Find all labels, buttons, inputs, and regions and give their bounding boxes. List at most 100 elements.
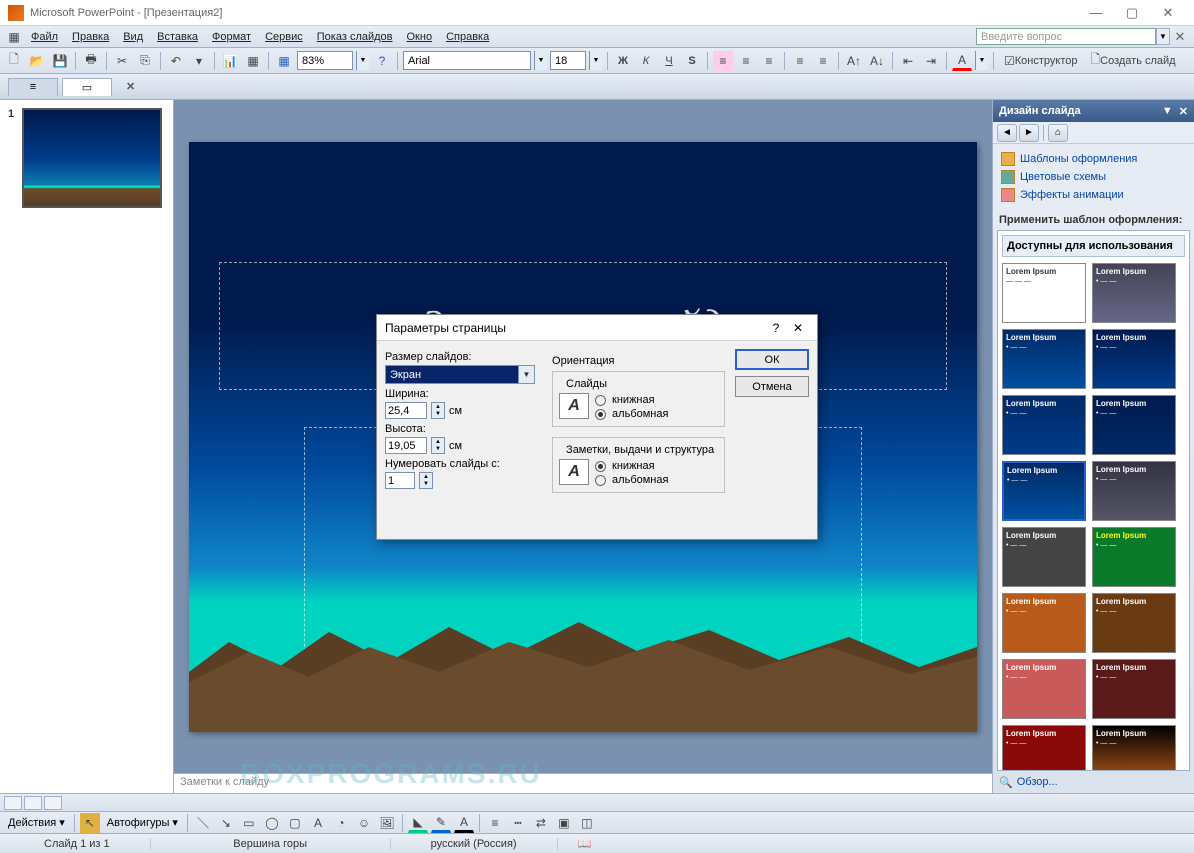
bullets-icon[interactable]: ≡ <box>813 51 833 71</box>
arrow-style-icon[interactable]: ⇄ <box>531 813 551 833</box>
pointer-icon[interactable]: ↖ <box>80 813 100 833</box>
menu-file[interactable]: Файл <box>24 29 65 45</box>
italic-icon[interactable]: К <box>636 51 656 71</box>
save-icon[interactable]: 💾 <box>50 51 70 71</box>
template-item[interactable]: Lorem Ipsum• — — <box>1092 395 1176 455</box>
height-input[interactable] <box>385 437 427 454</box>
zoom-combo[interactable]: 83% <box>297 51 353 70</box>
link-animation-effects[interactable]: Эффекты анимации <box>1001 186 1186 204</box>
tab-outline[interactable]: ≡ <box>8 78 58 96</box>
panel-close-icon[interactable]: ✕ <box>1179 105 1188 118</box>
number-spinner[interactable]: ▲▼ <box>419 472 433 489</box>
number-input[interactable] <box>385 472 415 489</box>
font-dropdown-icon[interactable]: ▼ <box>534 51 547 70</box>
fill-color-icon[interactable]: ◣ <box>408 813 428 833</box>
dialog-close-icon[interactable]: ✕ <box>787 321 809 335</box>
tab-slides[interactable]: ▭ <box>62 78 112 96</box>
status-language[interactable]: русский (Россия) <box>391 838 558 850</box>
normal-view-icon[interactable] <box>4 796 22 810</box>
width-spinner[interactable]: ▲▼ <box>431 402 445 419</box>
line-color-icon[interactable]: ✎ <box>431 813 451 833</box>
doc-close-button[interactable]: ✕ <box>1170 26 1190 48</box>
undo-icon[interactable]: ↶ <box>166 51 186 71</box>
notes-pane[interactable]: Заметки к слайду <box>174 773 992 793</box>
redo-icon[interactable]: ▾ <box>189 51 209 71</box>
bold-icon[interactable]: Ж <box>613 51 633 71</box>
help-search-input[interactable]: Введите вопрос <box>976 28 1156 45</box>
open-icon[interactable]: 📂 <box>27 51 47 71</box>
template-item[interactable]: Lorem Ipsum• — — <box>1092 725 1176 771</box>
template-item[interactable]: Lorem Ipsum• — — <box>1092 659 1176 719</box>
nav-forward-icon[interactable]: ► <box>1019 124 1039 142</box>
decrease-font-icon[interactable]: A↓ <box>867 51 887 71</box>
align-left-icon[interactable]: ≡ <box>713 51 733 71</box>
wordart-icon[interactable]: A <box>308 813 328 833</box>
constructor-button[interactable]: ☑ Конструктор <box>999 51 1082 71</box>
maximize-button[interactable]: ▢ <box>1114 2 1150 24</box>
template-item[interactable]: Lorem Ipsum• — — <box>1002 593 1086 653</box>
arrow-icon[interactable]: ↘ <box>216 813 236 833</box>
increase-font-icon[interactable]: A↑ <box>844 51 864 71</box>
size-select[interactable]: Экран▼ <box>385 365 535 384</box>
nav-home-icon[interactable]: ⌂ <box>1048 124 1068 142</box>
diagram-icon[interactable]: ◔ <box>331 813 351 833</box>
template-item[interactable]: Lorem Ipsum• — — <box>1092 461 1176 521</box>
clipart-icon[interactable]: ☺ <box>354 813 374 833</box>
help-dropdown-icon[interactable]: ▼ <box>1156 28 1170 45</box>
menu-window[interactable]: Окно <box>400 29 440 45</box>
indent-icon[interactable]: ⇥ <box>921 51 941 71</box>
menu-insert[interactable]: Вставка <box>150 29 205 45</box>
template-item[interactable]: Lorem Ipsum• — — <box>1092 593 1176 653</box>
ok-button[interactable]: ОК <box>735 349 809 370</box>
menu-tools[interactable]: Сервис <box>258 29 310 45</box>
cancel-button[interactable]: Отмена <box>735 376 809 397</box>
font-color-draw-icon[interactable]: A <box>454 813 474 833</box>
dropdown-icon[interactable]: ▼ <box>518 366 534 383</box>
link-design-templates[interactable]: Шаблоны оформления <box>1001 150 1186 168</box>
align-center-icon[interactable]: ≡ <box>736 51 756 71</box>
link-color-schemes[interactable]: Цветовые схемы <box>1001 168 1186 186</box>
table-icon[interactable]: ▦ <box>243 51 263 71</box>
rect-icon[interactable]: ▭ <box>239 813 259 833</box>
print-icon[interactable]: 🖶 <box>81 51 101 71</box>
new-slide-button[interactable]: 🗋 Создать слайд <box>1085 51 1180 71</box>
template-item[interactable]: Lorem Ipsum• — — <box>1092 527 1176 587</box>
outdent-icon[interactable]: ⇤ <box>898 51 918 71</box>
template-item[interactable]: Lorem Ipsum• — — <box>1092 329 1176 389</box>
status-spellcheck-icon[interactable]: 📖 <box>578 837 592 850</box>
zoom-dropdown-icon[interactable]: ▼ <box>356 51 369 70</box>
help-icon[interactable]: ? <box>372 51 392 71</box>
template-item[interactable]: Lorem Ipsum• — — <box>1092 263 1176 323</box>
3d-style-icon[interactable]: ◫ <box>577 813 597 833</box>
template-item[interactable]: Lorem Ipsum• — — <box>1002 659 1086 719</box>
picture-icon[interactable]: 🖼 <box>377 813 397 833</box>
thumb-slide-1[interactable] <box>22 108 162 208</box>
underline-icon[interactable]: Ч <box>659 51 679 71</box>
minimize-button[interactable]: — <box>1078 2 1114 24</box>
font-combo[interactable]: Arial <box>403 51 531 70</box>
line-icon[interactable]: ＼ <box>193 813 213 833</box>
panel-dropdown-icon[interactable]: ▼ <box>1162 105 1173 118</box>
numbering-icon[interactable]: ≡ <box>790 51 810 71</box>
template-item[interactable]: Lorem Ipsum• — — <box>1002 395 1086 455</box>
notes-portrait-radio[interactable] <box>595 461 606 472</box>
shadow-style-icon[interactable]: ▣ <box>554 813 574 833</box>
tabs-close-icon[interactable]: ✕ <box>126 80 135 93</box>
menu-view[interactable]: Вид <box>116 29 150 45</box>
shadow-icon[interactable]: S <box>682 51 702 71</box>
autoshapes-menu[interactable]: Автофигуры ▾ <box>103 816 182 829</box>
nav-back-icon[interactable]: ◄ <box>997 124 1017 142</box>
textbox-icon[interactable]: ▢ <box>285 813 305 833</box>
fontsize-combo[interactable]: 18 <box>550 51 586 70</box>
template-item[interactable]: Lorem Ipsum• — — <box>1002 725 1086 771</box>
copy-icon[interactable]: ⎘ <box>135 51 155 71</box>
cut-icon[interactable]: ✂ <box>112 51 132 71</box>
slides-landscape-radio[interactable] <box>595 409 606 420</box>
menu-help[interactable]: Справка <box>439 29 496 45</box>
menu-edit[interactable]: Правка <box>65 29 116 45</box>
template-item[interactable]: Lorem Ipsum• — — <box>1002 527 1086 587</box>
template-item-selected[interactable]: Lorem Ipsum• — — <box>1002 461 1086 521</box>
font-color-dropdown-icon[interactable]: ▼ <box>975 51 988 70</box>
template-item[interactable]: Lorem Ipsum• — — <box>1002 329 1086 389</box>
dialog-help-icon[interactable]: ? <box>765 321 787 335</box>
